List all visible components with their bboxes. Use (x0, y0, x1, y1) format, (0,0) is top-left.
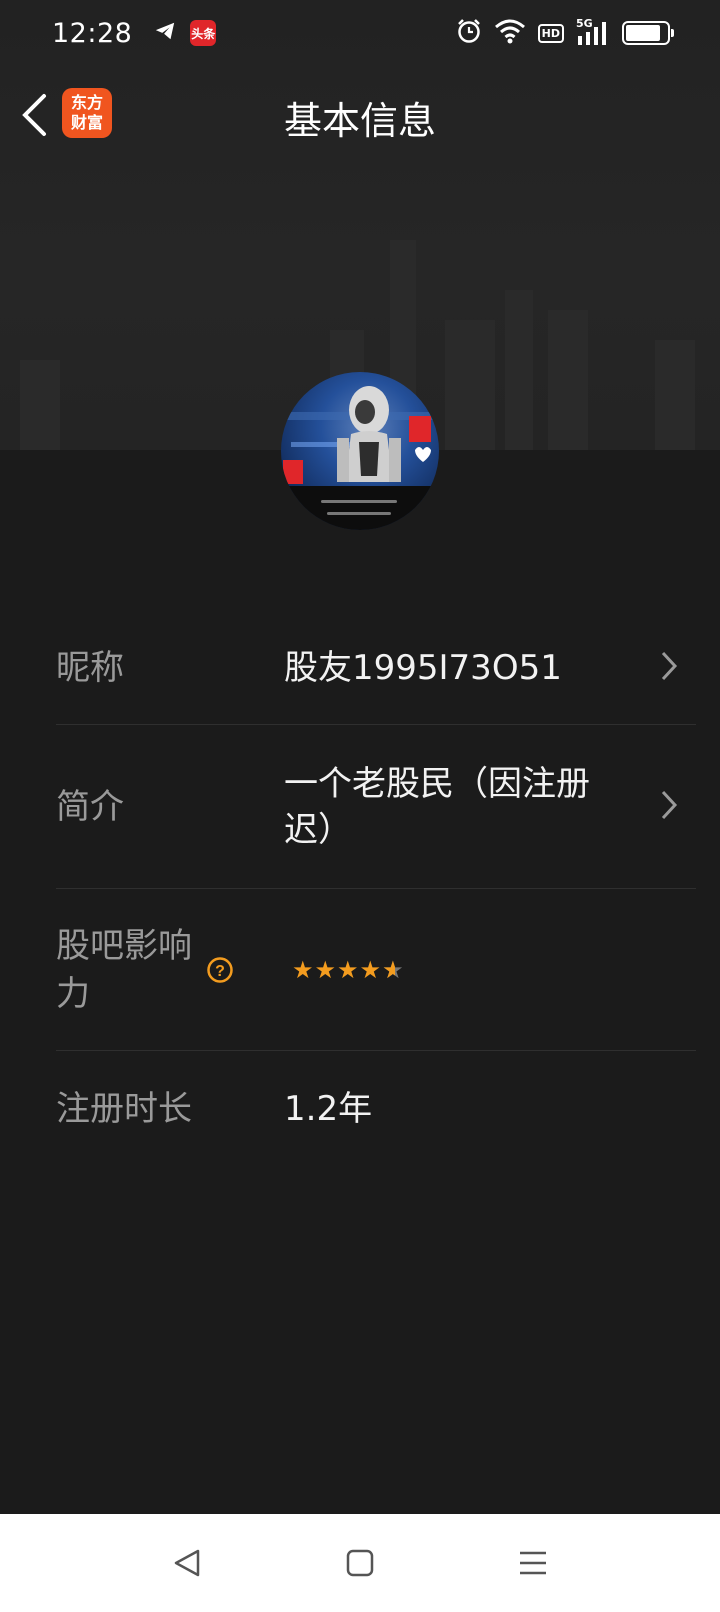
status-bar: 12:28 头条 HD 5G (0, 0, 720, 66)
home-square-icon (346, 1549, 374, 1577)
star-icon: ★ (314, 955, 337, 984)
menu-lines-icon (520, 1551, 546, 1575)
telegram-icon (154, 20, 176, 46)
wifi-icon (494, 18, 526, 48)
star-icon: ★ (359, 955, 382, 984)
registration-duration-row: 注册时长 1.2年 (56, 1051, 696, 1167)
star-icon: ★ (292, 955, 314, 984)
avatar[interactable] (281, 372, 439, 530)
nav-menu-button[interactable] (508, 1538, 558, 1588)
half-star-icon: ★ (382, 956, 404, 984)
nickname-value: 股友1995I73O51 (284, 648, 562, 688)
nav-back-button[interactable] (162, 1538, 212, 1588)
nav-home-button[interactable] (335, 1538, 385, 1588)
registration-duration-label: 注册时长 (56, 1089, 192, 1129)
bio-value: 一个老股民（因注册迟） (284, 763, 590, 850)
hd-icon: HD (537, 23, 564, 43)
influence-star-rating: ★ ★ ★ ★ ★ (292, 956, 404, 984)
influence-label: 股吧影响力 (56, 925, 192, 1014)
star-icon: ★ (337, 955, 359, 984)
profile-info-list: 昵称 股友1995I73O51 简介 一个老股民（因注册迟） 股吧影响力 ? ★… (56, 612, 696, 1167)
toutiao-app-icon: 头条 (190, 20, 217, 46)
status-time: 12:28 (52, 17, 133, 49)
registration-duration-value: 1.2年 (284, 1089, 373, 1129)
bio-row[interactable]: 简介 一个老股民（因注册迟） (56, 725, 696, 889)
svg-text:?: ? (215, 963, 225, 980)
nickname-row[interactable]: 昵称 股友1995I73O51 (56, 612, 696, 725)
battery-icon (622, 21, 674, 45)
back-triangle-icon (174, 1549, 200, 1577)
system-navigation-bar (0, 1514, 720, 1612)
alarm-icon (456, 18, 482, 48)
5g-signal-icon: 5G (576, 17, 610, 46)
avatar-caption-strip (281, 486, 439, 530)
page-title: 基本信息 (283, 99, 436, 143)
chevron-right-icon (660, 651, 678, 685)
nav-header: 东方 财富 基本信息 (0, 78, 720, 152)
bio-label: 简介 (56, 786, 124, 827)
influence-row: 股吧影响力 ? ★ ★ ★ ★ ★ (56, 889, 696, 1051)
nickname-label: 昵称 (56, 648, 124, 688)
chevron-right-icon (660, 790, 678, 824)
help-icon[interactable]: ? (206, 956, 292, 984)
